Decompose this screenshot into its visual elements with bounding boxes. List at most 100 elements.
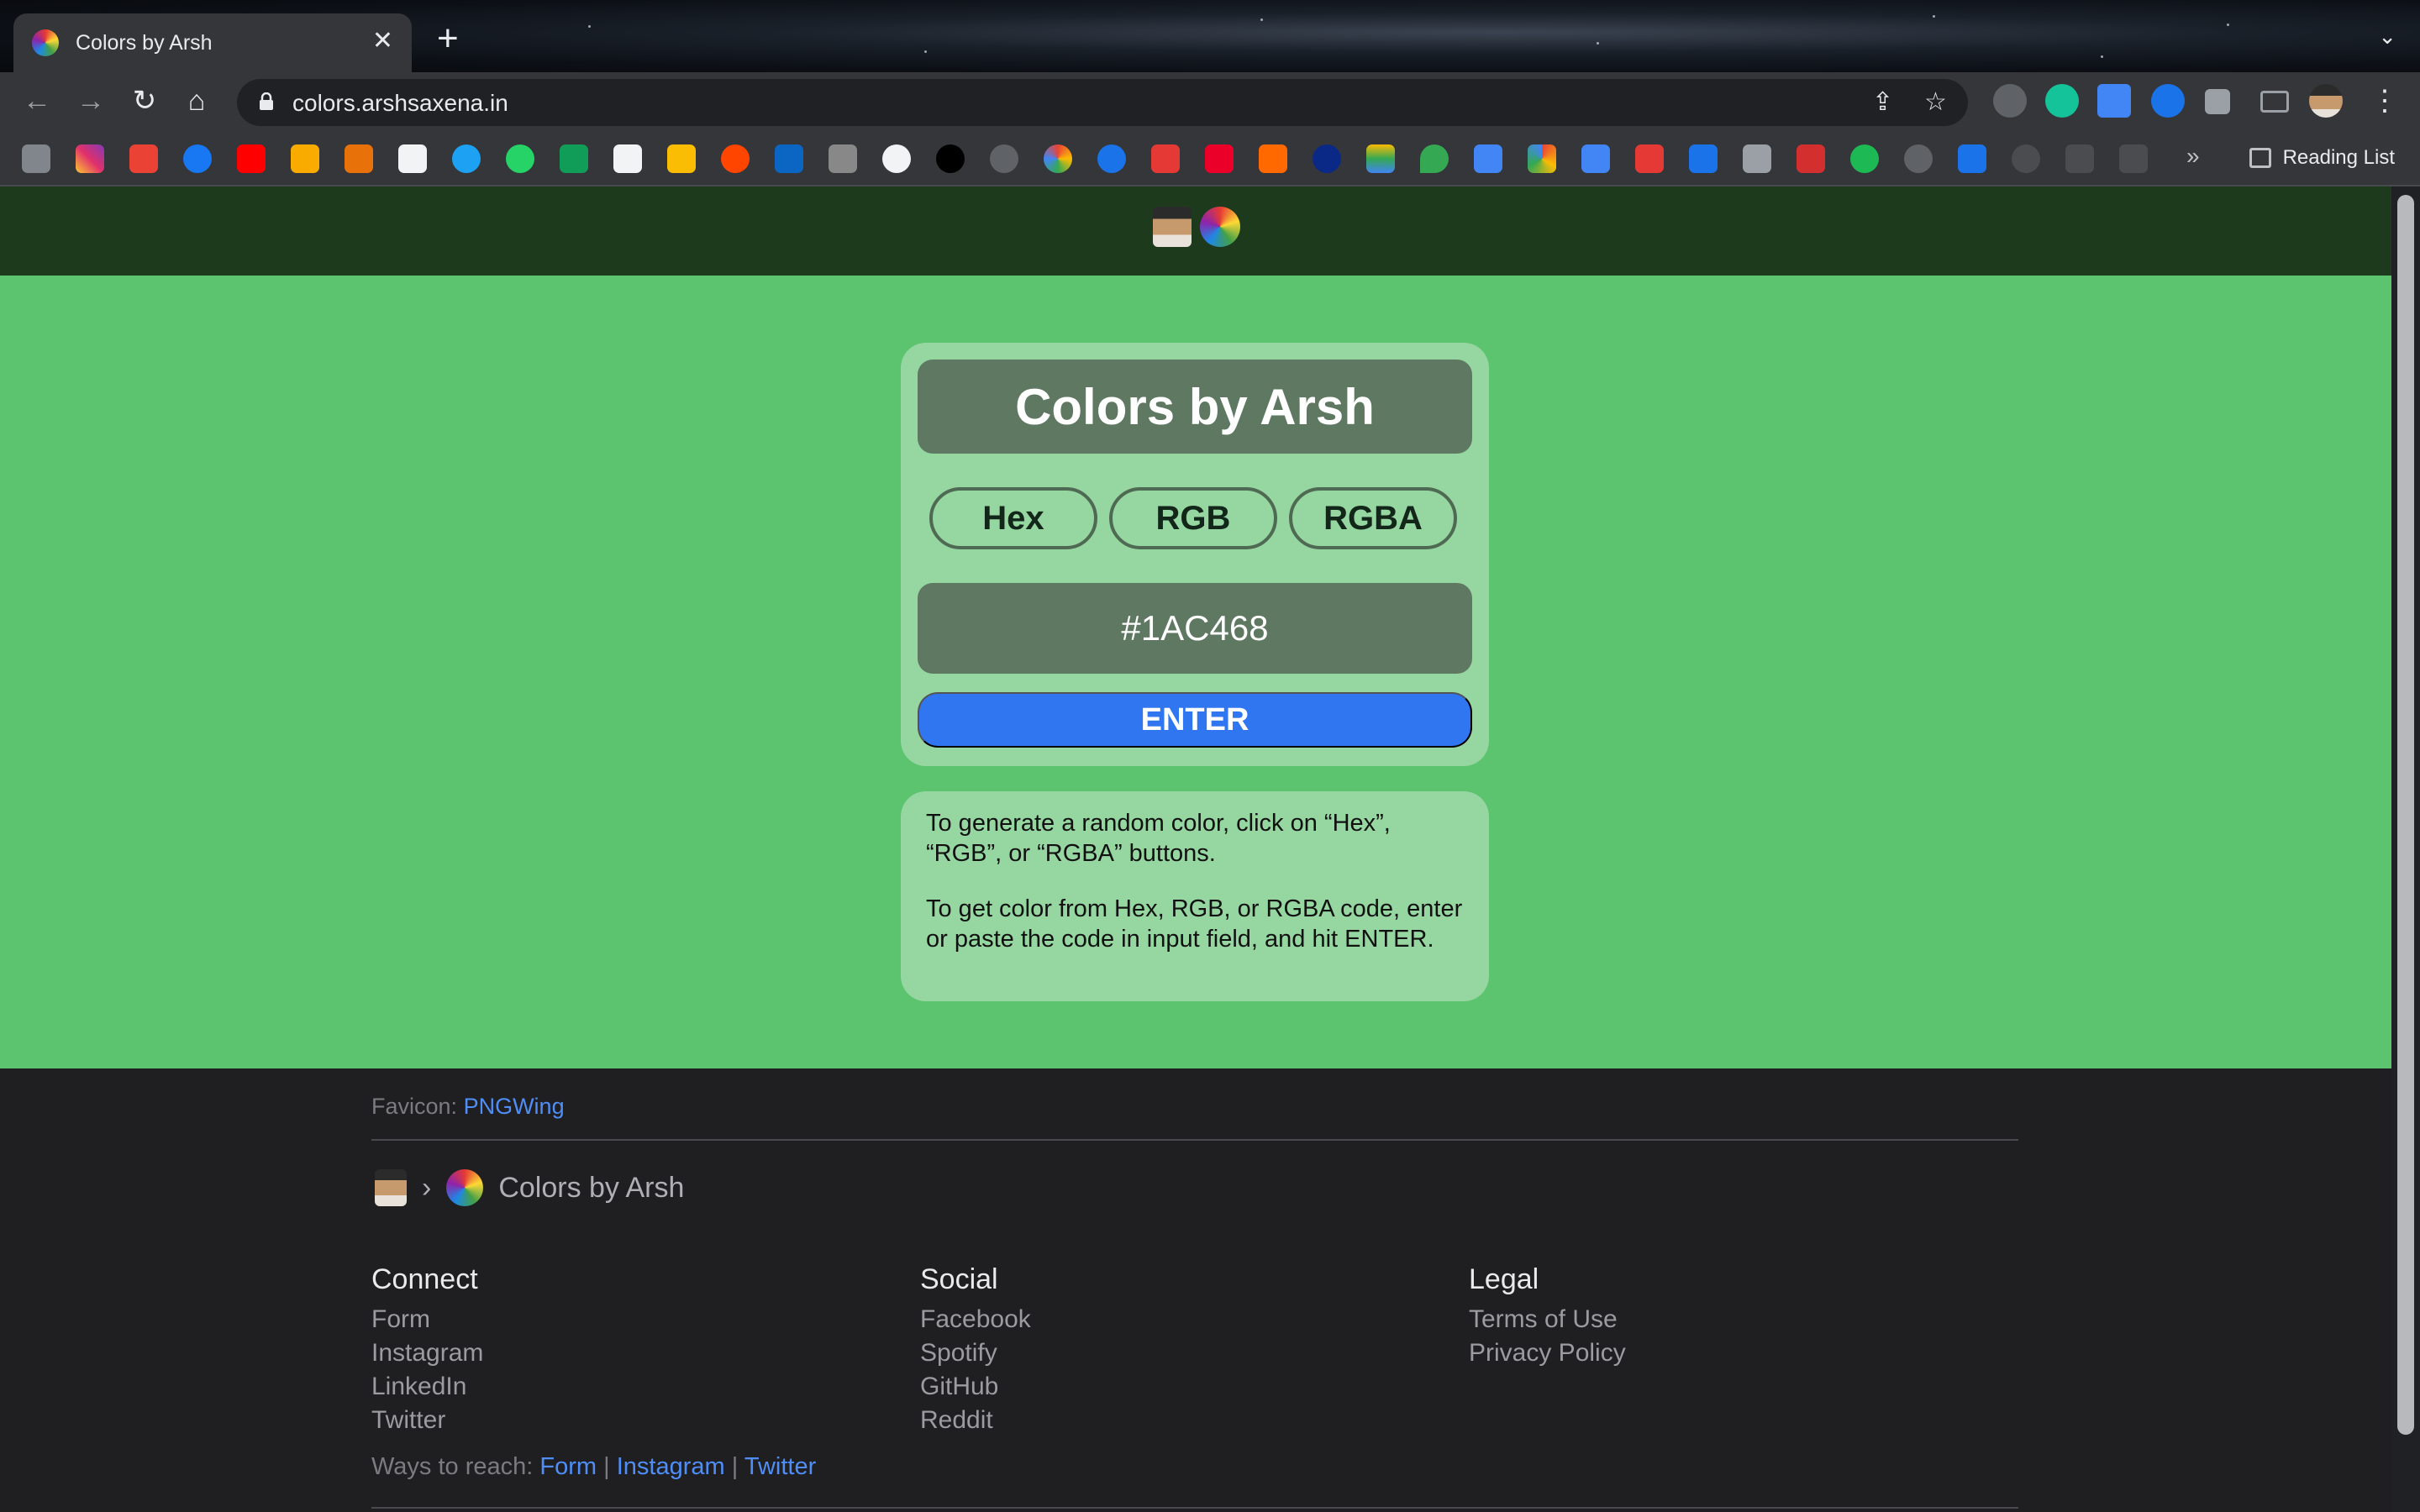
myntra-bookmark-icon[interactable] — [1797, 144, 1825, 173]
github-bookmark-icon[interactable] — [882, 144, 911, 173]
download-bookmark-icon[interactable] — [2065, 144, 2094, 173]
linkedin-bookmark-icon[interactable] — [775, 144, 803, 173]
home-icon[interactable]: ⌂ — [178, 84, 215, 118]
grammarly-extension-icon[interactable] — [2045, 84, 2079, 118]
reading-list-button[interactable]: Reading List — [2249, 146, 2395, 170]
extension-icon[interactable] — [1993, 84, 2027, 118]
page-content: Colors by Arsh Hex RGB RGBA #1AC468 ENTE… — [0, 186, 2391, 1512]
social-link-github[interactable]: GitHub — [920, 1370, 1031, 1404]
drive-bookmark-icon[interactable] — [1366, 144, 1395, 173]
footer-connect-column: Connect Form Instagram LinkedIn Twitter — [371, 1263, 483, 1437]
facebook-bookmark-icon[interactable] — [183, 144, 212, 173]
bookmark-icon[interactable] — [2119, 144, 2148, 173]
bookmark-star-icon[interactable]: ☆ — [1924, 87, 1947, 117]
pngwing-link[interactable]: PNGWing — [464, 1094, 565, 1119]
share-icon[interactable]: ⇪ — [1872, 87, 1893, 117]
scrollbar-thumb[interactable] — [2397, 195, 2414, 1435]
apps-grid-icon[interactable] — [22, 144, 50, 173]
speedtest-bookmark-icon[interactable] — [1904, 144, 1933, 173]
gmail-bookmark-icon[interactable] — [129, 144, 158, 173]
connect-link-form[interactable]: Form — [371, 1303, 483, 1336]
profile-avatar[interactable] — [2309, 84, 2343, 118]
reading-list-icon — [2249, 148, 2271, 168]
flight-bookmark-icon[interactable] — [1689, 144, 1718, 173]
bookmark-icon[interactable] — [1151, 144, 1180, 173]
color-code-input[interactable]: #1AC468 — [918, 583, 1472, 674]
ways-link-instagram[interactable]: Instagram — [617, 1453, 725, 1480]
connect-link-linkedin[interactable]: LinkedIn — [371, 1370, 483, 1404]
bookmark-icon[interactable] — [1958, 144, 1986, 173]
ways-link-twitter[interactable]: Twitter — [744, 1453, 816, 1480]
cast-icon[interactable] — [2260, 91, 2289, 113]
rgba-button[interactable]: RGBA — [1289, 487, 1457, 549]
puzzle-extensions-icon[interactable] — [2205, 89, 2230, 114]
author-avatar[interactable] — [1153, 207, 1192, 247]
apple-bookmark-icon[interactable] — [990, 144, 1018, 173]
hex-button[interactable]: Hex — [929, 487, 1097, 549]
tab-search-chevron-icon[interactable]: ⌄ — [2378, 24, 2396, 50]
spotify-bookmark-icon[interactable] — [1850, 144, 1879, 173]
behance-bookmark-icon[interactable] — [936, 144, 965, 173]
bookmark-icon[interactable] — [1743, 144, 1771, 173]
mi-bookmark-icon[interactable] — [1259, 144, 1287, 173]
site-header — [0, 186, 2391, 276]
reading-list-label: Reading List — [2282, 146, 2395, 169]
oneplus-bookmark-icon[interactable] — [1205, 144, 1234, 173]
wikipedia-bookmark-icon[interactable] — [398, 144, 427, 173]
google-bookmark-icon[interactable] — [1044, 144, 1072, 173]
social-link-facebook[interactable]: Facebook — [920, 1303, 1031, 1336]
connect-link-instagram[interactable]: Instagram — [371, 1336, 483, 1370]
sheets-bookmark-icon[interactable] — [560, 144, 588, 173]
close-tab-icon[interactable]: ✕ — [372, 29, 393, 54]
active-tab[interactable]: Colors by Arsh ✕ — [13, 13, 412, 72]
whatsapp-bookmark-icon[interactable] — [506, 144, 534, 173]
maps-bookmark-icon[interactable] — [1420, 144, 1449, 173]
bookmark-icon[interactable] — [1635, 144, 1664, 173]
enter-button[interactable]: ENTER — [918, 692, 1472, 748]
more-bookmarks-chevron-icon[interactable]: » — [2186, 143, 2200, 170]
back-arrow-icon[interactable]: ← — [18, 84, 55, 118]
footer-bottom-divider — [371, 1507, 2018, 1509]
breadcrumb-avatar[interactable] — [375, 1169, 407, 1206]
menu-kebab-icon[interactable]: ⋮ — [2366, 84, 2403, 118]
address-bar[interactable]: colors.arshsaxena.in ⇪ ☆ — [237, 79, 1968, 126]
photo-bookmark-icon[interactable] — [829, 144, 857, 173]
social-link-reddit[interactable]: Reddit — [920, 1404, 1031, 1437]
photos-bookmark-icon[interactable] — [1528, 144, 1556, 173]
legal-link-privacy[interactable]: Privacy Policy — [1469, 1336, 1626, 1370]
bookmark-icon[interactable] — [2012, 144, 2040, 173]
forward-arrow-icon[interactable]: → — [72, 84, 109, 118]
ways-label: Ways to reach: — [371, 1453, 534, 1480]
translate-bookmark-icon[interactable] — [1581, 144, 1610, 173]
browser-toolbar: ← → ↻ ⌂ colors.arshsaxena.in ⇪ ☆ ⋮ — [0, 72, 2420, 133]
bookmark-icon[interactable] — [1097, 144, 1126, 173]
bookmark-icon[interactable] — [345, 144, 373, 173]
ways-link-form[interactable]: Form — [539, 1453, 597, 1480]
jio-bookmark-icon[interactable] — [1313, 144, 1341, 173]
instructions-box: To generate a random color, click on “He… — [901, 791, 1489, 1001]
breadcrumb-logo-icon[interactable] — [446, 1169, 484, 1206]
translate-extension-icon[interactable] — [2097, 84, 2131, 118]
tick-bookmark-icon[interactable] — [291, 144, 319, 173]
instructions-code: To get color from Hex, RGB, or RGBA code… — [926, 895, 1463, 953]
connect-link-twitter[interactable]: Twitter — [371, 1404, 483, 1437]
new-tab-plus-icon[interactable]: + — [437, 20, 459, 57]
rgb-button[interactable]: RGB — [1109, 487, 1277, 549]
footer-legal-column: Legal Terms of Use Privacy Policy — [1469, 1263, 1626, 1370]
site-logo-icon[interactable] — [1200, 207, 1240, 247]
breadcrumb-title[interactable]: Colors by Arsh — [498, 1172, 684, 1205]
legal-heading: Legal — [1469, 1263, 1539, 1295]
reload-icon[interactable]: ↻ — [126, 84, 163, 118]
twitter-bookmark-icon[interactable] — [452, 144, 481, 173]
reddit-bookmark-icon[interactable] — [721, 144, 750, 173]
amazon-bookmark-icon[interactable] — [613, 144, 642, 173]
youtube-bookmark-icon[interactable] — [237, 144, 266, 173]
instagram-bookmark-icon[interactable] — [76, 144, 104, 173]
calendar-bookmark-icon[interactable] — [1474, 144, 1502, 173]
notes-bookmark-icon[interactable] — [667, 144, 696, 173]
page-scrollbar[interactable] — [2391, 186, 2420, 1512]
legal-link-terms[interactable]: Terms of Use — [1469, 1303, 1626, 1336]
footer-divider — [371, 1139, 2018, 1141]
social-link-spotify[interactable]: Spotify — [920, 1336, 1031, 1370]
shazam-extension-icon[interactable] — [2151, 84, 2185, 118]
